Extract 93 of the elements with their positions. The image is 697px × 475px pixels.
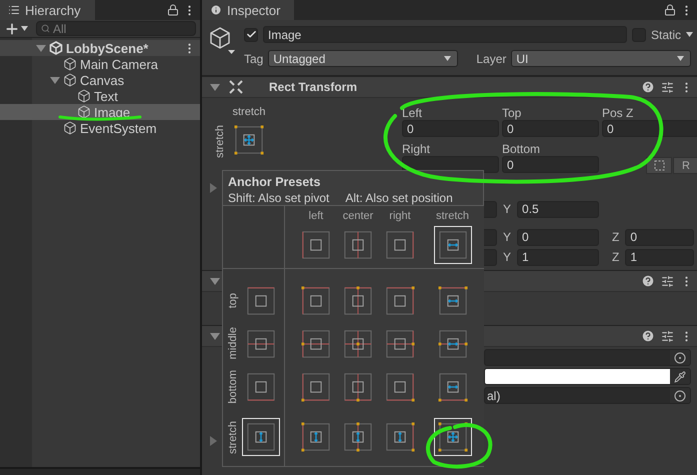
foldout-arrow-icon[interactable] [210,84,220,90]
cube-icon [77,105,91,119]
picker-icon[interactable] [674,390,686,402]
help-icon[interactable] [641,80,655,94]
lock-icon[interactable] [167,4,179,16]
number-field[interactable]: 1 [625,248,694,266]
static-label[interactable]: Static [650,28,681,42]
object-field[interactable] [484,349,691,366]
number-field[interactable]: 0 [625,228,694,246]
column-label: stretch [436,210,469,222]
tree-item[interactable]: Main Camera [0,56,200,72]
caret-icon[interactable] [21,26,28,31]
presets-icon[interactable] [661,274,674,288]
field-label: Top [502,106,522,120]
tree-item[interactable]: EventSystem [0,120,200,136]
search-icon [41,24,50,33]
anchor-label: stretch [232,106,266,118]
row-label: stretch [227,420,239,454]
cube-icon [63,121,77,135]
inspector-tab[interactable]: Inspector [202,0,294,20]
tree-item[interactable]: Canvas [0,72,200,88]
object-field[interactable]: al) [484,387,691,404]
component-title: Rect Transform [269,80,358,94]
column-label: center [342,210,374,222]
presets-icon[interactable] [661,330,674,342]
cube-icon[interactable] [208,26,238,56]
info-icon [210,4,222,16]
axis-label: Z [612,250,620,264]
row-label: middle [227,327,239,360]
popup-title: Anchor Presets [228,175,322,189]
scene-icon [49,41,63,55]
column-label: right [389,210,411,222]
field-label: Pos Z [602,106,634,120]
active-checkbox[interactable] [244,28,258,42]
expand-arrow-icon[interactable] [50,76,60,84]
tree-item[interactable]: Text [0,88,200,104]
anchor-label: stretch [214,125,226,158]
blueprint-button[interactable] [646,157,672,174]
hint-text: Shift: Also set pivot [228,191,330,205]
cube-icon [77,89,91,103]
presets-icon[interactable] [661,80,674,94]
raw-edit-button[interactable]: R [673,157,697,174]
tree-item-label: EventSystem [80,120,158,136]
number-field[interactable]: 0.5 [517,200,600,218]
number-field[interactable] [484,200,497,218]
anchor-preset-button[interactable] [434,418,472,456]
tree-item-label: Canvas [80,72,126,88]
tag-label: Tag [244,52,264,66]
number-field[interactable]: 0 [402,120,499,137]
eyedropper-icon[interactable] [674,370,686,382]
axis-label: Z [612,230,620,244]
dashed-square-icon [654,160,664,171]
caret-icon[interactable] [686,32,693,37]
axis-label: Y [503,250,512,264]
anchor-preset-button[interactable] [242,418,280,456]
number-field[interactable]: 0 [602,120,697,137]
number-field[interactable]: 1 [517,248,600,266]
field-label: Left [402,106,424,120]
layer-label: Layer [476,52,506,66]
tree-item[interactable]: LobbyScene* [0,40,200,56]
expand-arrow-icon[interactable] [36,44,46,52]
color-field[interactable] [484,368,691,385]
help-icon[interactable] [641,274,655,288]
field-label: Bottom [502,142,542,156]
add-button[interactable] [4,20,28,36]
tag-dropdown[interactable]: Untagged [268,50,458,67]
number-field[interactable]: 0 [502,120,599,137]
tree-item-label: Text [94,88,119,104]
row-label: top [227,292,239,308]
hint-text: Alt: Also set position [345,191,453,205]
number-field[interactable]: 0 [517,228,600,246]
axis-label: Y [503,202,512,216]
field-label: Right [402,142,432,156]
picker-icon[interactable] [674,352,686,364]
transform-icon [229,80,243,94]
plus-icon[interactable] [4,20,20,36]
axis-label: Y [503,230,512,244]
row-label: bottom [227,370,239,404]
layer-dropdown[interactable]: UI [511,50,692,67]
check-icon [246,29,256,40]
lock-icon[interactable] [664,4,676,16]
name-field[interactable]: Image [263,26,627,43]
hierarchy-tab[interactable]: Hierarchy [0,0,95,20]
number-field[interactable]: 0 [502,156,599,173]
anchor-preset-button[interactable] [434,226,472,264]
caret-icon[interactable] [444,56,452,61]
tree-item-label: Main Camera [80,56,160,72]
caret-icon[interactable] [677,56,684,61]
cube-icon [63,57,77,71]
column-label: left [308,210,324,222]
help-icon[interactable] [641,329,655,343]
cube-icon [63,73,77,87]
tree-item-label: LobbyScene* [66,40,150,56]
